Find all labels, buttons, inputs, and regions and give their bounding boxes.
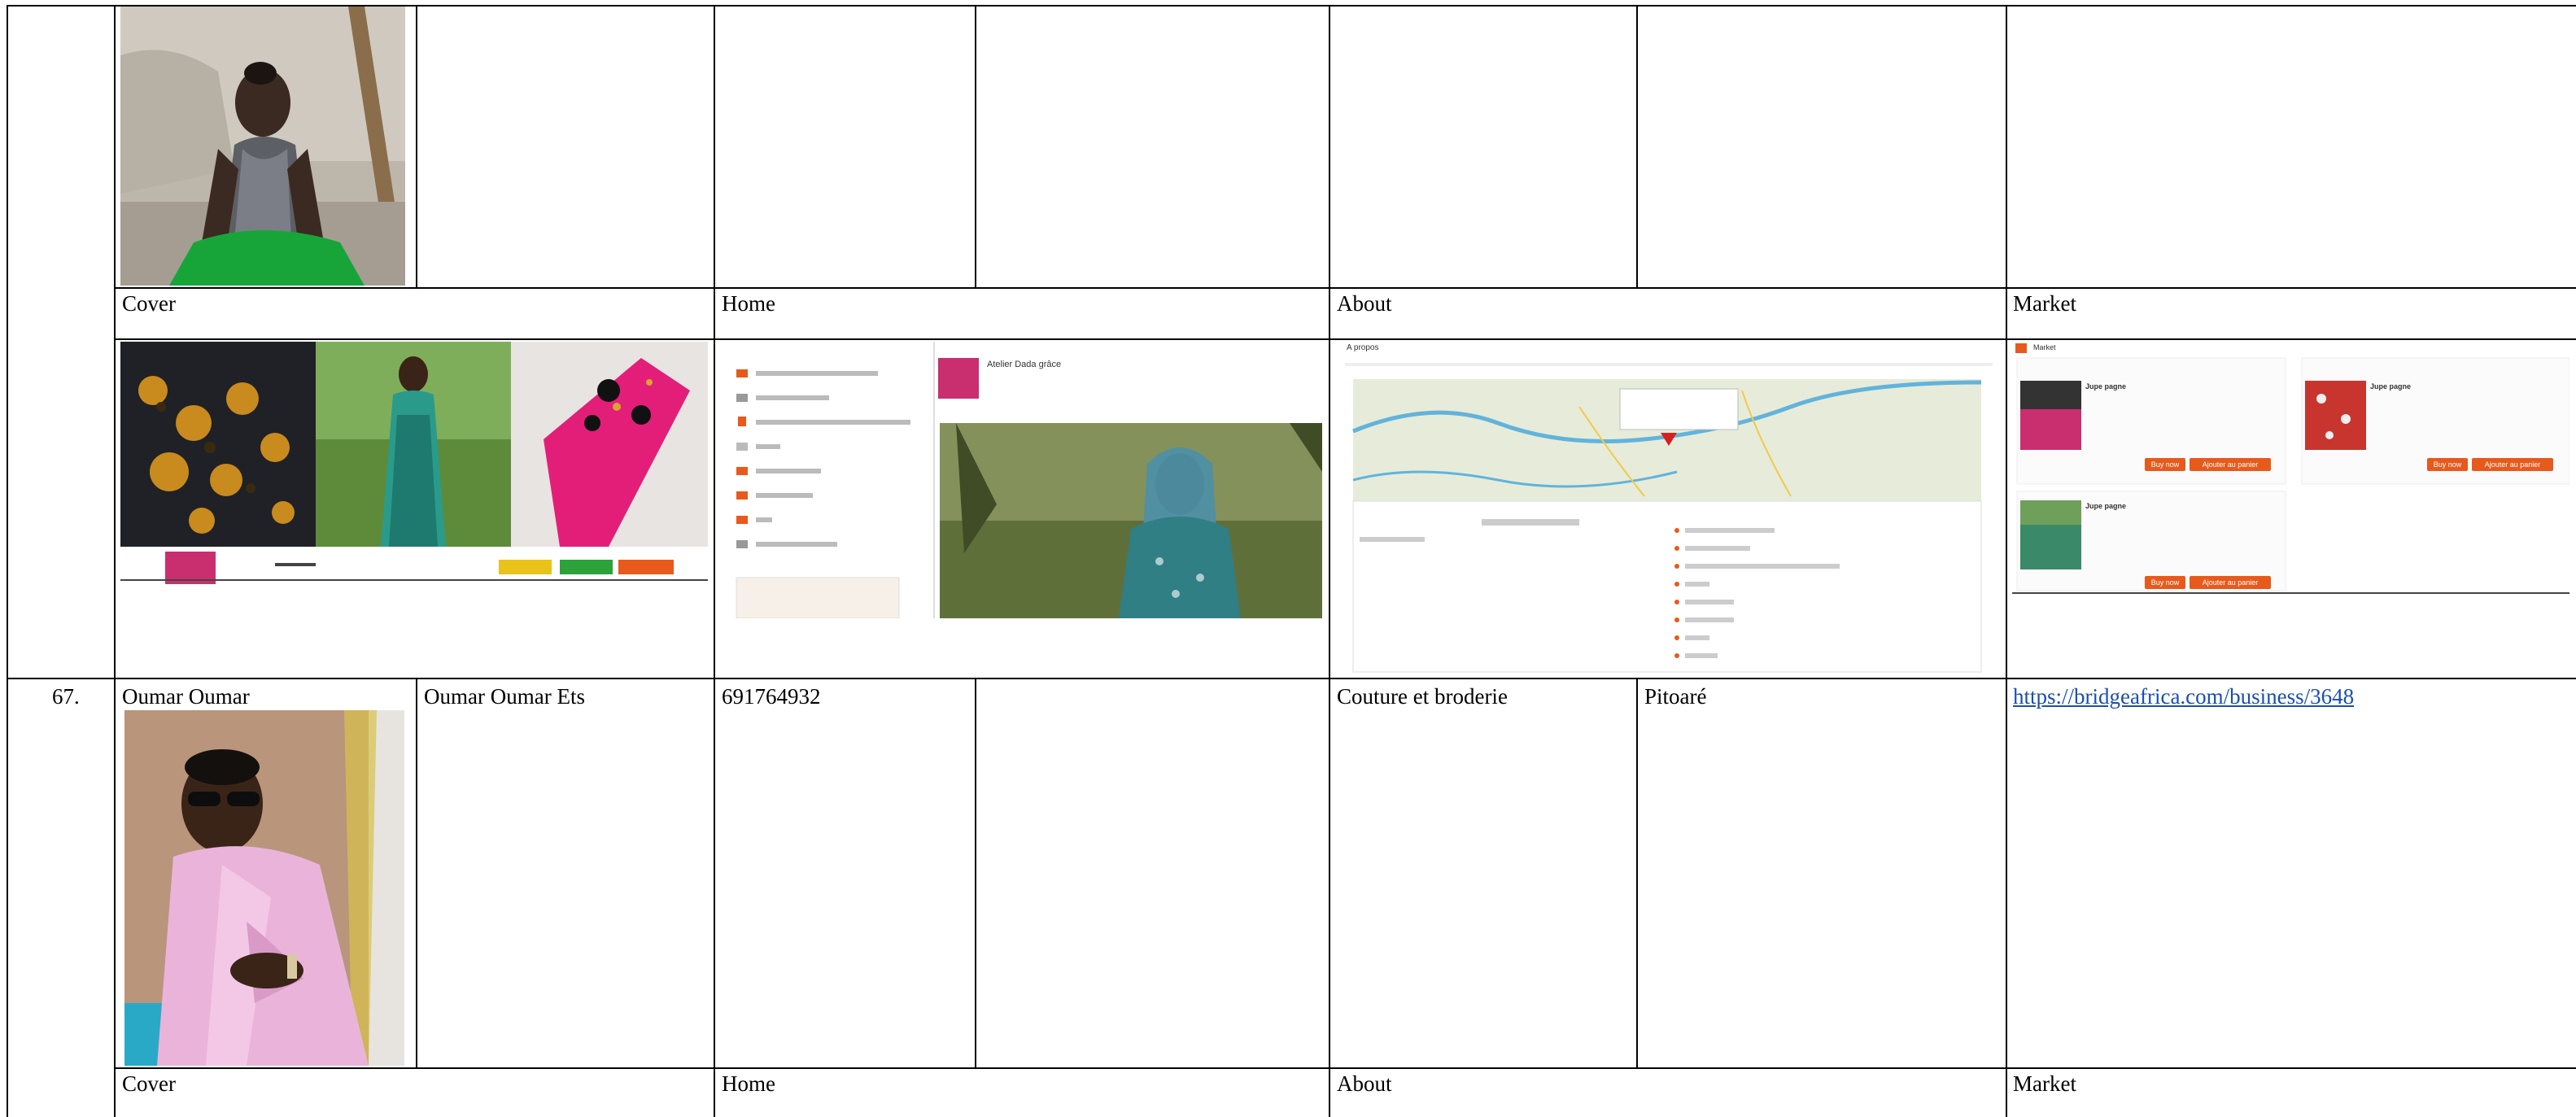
profile-photo xyxy=(124,710,404,1066)
business-location: Pitoaré xyxy=(1644,684,1707,709)
cover-screenshot xyxy=(120,342,708,586)
buy-button[interactable]: Buy now xyxy=(2427,458,2468,471)
buy-button[interactable]: Buy now xyxy=(2145,458,2185,471)
section-label-cover: Cover xyxy=(122,1071,176,1096)
market-item-name: Jupe pagne xyxy=(2085,502,2127,510)
business-category: Couture et broderie xyxy=(1337,684,1508,709)
market-item-name: Jupe pagne xyxy=(2370,382,2412,391)
market-item-name: Jupe pagne xyxy=(2085,382,2127,391)
profile-photo xyxy=(120,7,405,286)
section-label-home: Home xyxy=(722,291,775,316)
section-label-about: About xyxy=(1337,1071,1392,1096)
add-to-cart-button[interactable]: Ajouter au panier xyxy=(2472,458,2553,471)
owner-name: Oumar Oumar xyxy=(122,684,250,709)
buy-button[interactable]: Buy now xyxy=(2145,576,2185,589)
add-to-cart-button[interactable]: Ajouter au panier xyxy=(2190,576,2271,589)
home-business-name: Atelier Dada grâce xyxy=(987,360,1062,369)
section-label-market: Market xyxy=(2013,291,2076,316)
add-to-cart-button[interactable]: Ajouter au panier xyxy=(2190,458,2271,471)
section-label-cover: Cover xyxy=(122,291,176,316)
section-label-about: About xyxy=(1337,291,1392,316)
home-screenshot: Atelier Dada grâce xyxy=(720,342,1322,618)
market-screenshot: Market Jupe pagne Jupe pagne Jupe pagne … xyxy=(2012,342,2569,594)
section-label-home: Home xyxy=(722,1071,775,1096)
section-label-market: Market xyxy=(2013,1071,2076,1096)
business-name: Oumar Oumar Ets xyxy=(424,684,585,709)
business-profile-link[interactable]: https://bridgeafrica.com/business/3648 xyxy=(2013,683,2354,709)
row-number: 67. xyxy=(52,684,80,709)
about-title: A propos xyxy=(1347,343,1379,352)
about-screenshot: A propos xyxy=(1335,342,1999,677)
phone-number: 691764932 xyxy=(722,684,821,709)
